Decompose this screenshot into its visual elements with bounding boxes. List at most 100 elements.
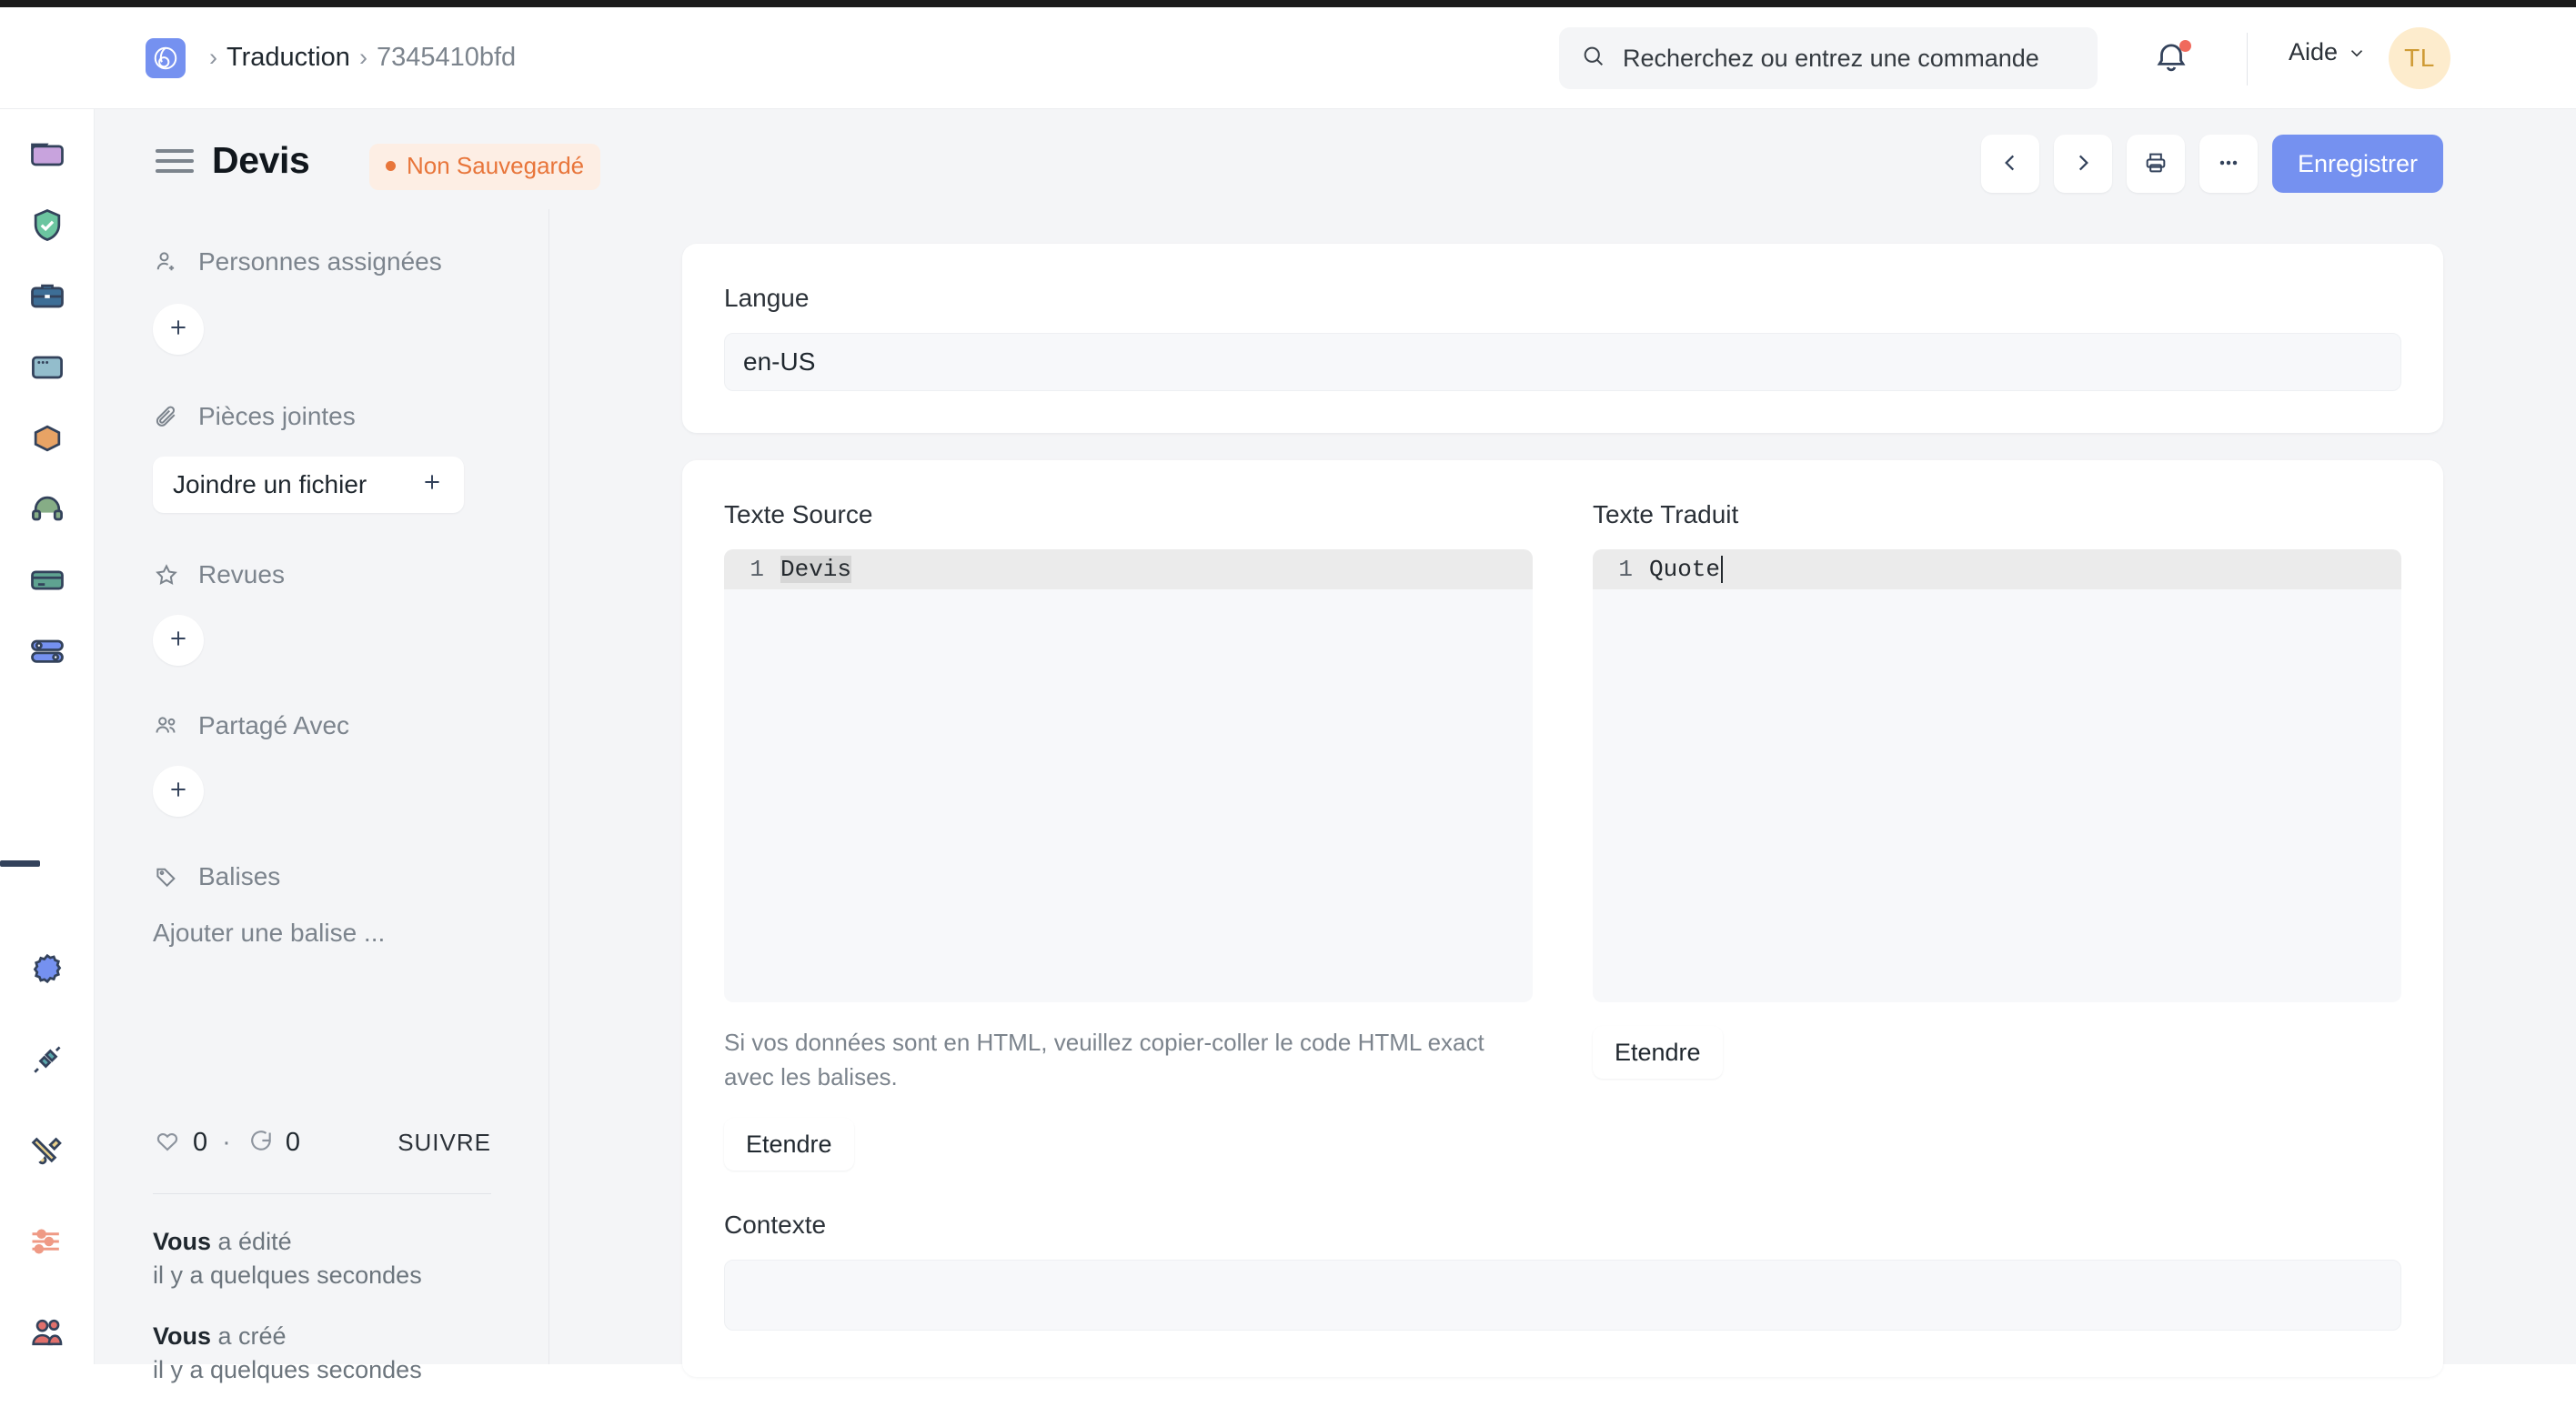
document-titlebar: Devis Non Sauvegardé <box>95 109 2576 209</box>
user-plus-icon <box>153 248 184 276</box>
page-title: Devis <box>212 139 309 182</box>
plug-icon[interactable] <box>22 1034 73 1085</box>
frappe-logo-icon[interactable] <box>146 38 186 78</box>
search-input[interactable] <box>1623 45 2059 73</box>
source-editor[interactable]: 1 Devis <box>724 549 1533 1002</box>
list-item: Vous a créé il y a quelques secondes <box>153 1322 517 1384</box>
credit-card-icon[interactable] <box>22 555 73 606</box>
plus-icon <box>166 316 190 344</box>
breadcrumb-separator-2: › <box>359 44 367 72</box>
activity-actor: Vous <box>153 1228 211 1255</box>
reviews-header: Revues <box>153 560 490 589</box>
activity-actor-line: Vous a édité <box>153 1228 517 1256</box>
avatar[interactable]: TL <box>2389 27 2450 89</box>
rail-section-divider <box>0 860 40 867</box>
ellipsis-icon <box>2216 150 2241 178</box>
headset-icon[interactable] <box>22 484 73 535</box>
follow-button[interactable]: SUIVRE <box>397 1129 491 1157</box>
paperclip-icon <box>153 403 184 430</box>
list-item: Vous a édité il y a quelques secondes <box>153 1228 517 1290</box>
activity-actor-line: Vous a créé <box>153 1322 517 1351</box>
translated-expand-button[interactable]: Etendre <box>1593 1026 1723 1079</box>
attachments-header: Pièces jointes <box>153 402 490 431</box>
users-icon[interactable] <box>22 1307 73 1358</box>
plus-icon <box>166 627 190 655</box>
window-icon[interactable] <box>22 342 73 393</box>
source-code-text: Devis <box>780 556 851 583</box>
prev-button[interactable] <box>1981 135 2039 193</box>
star-icon <box>153 561 184 588</box>
avatar-initials: TL <box>2404 44 2435 73</box>
chevron-left-icon <box>1998 151 2022 177</box>
source-expand-button[interactable]: Etendre <box>724 1118 854 1171</box>
bell-icon[interactable] <box>2152 38 2194 80</box>
sidebar-section-attachments: Pièces jointes Joindre un fichier <box>153 355 490 513</box>
translated-label: Texte Traduit <box>1593 500 2401 529</box>
app-icon-rail <box>0 109 95 1364</box>
search-icon <box>1581 44 1606 74</box>
texts-card: Texte Source 1 Devis Si vos données sont… <box>682 460 2443 1377</box>
comment-icon[interactable] <box>246 1126 275 1160</box>
titlebar-actions: Enregistrer <box>1981 135 2443 193</box>
texts-columns: Texte Source 1 Devis Si vos données sont… <box>724 500 2401 1171</box>
translated-editor[interactable]: 1 Quote <box>1593 549 2401 1002</box>
contexte-input[interactable] <box>724 1260 2401 1331</box>
next-button[interactable] <box>2054 135 2112 193</box>
add-tag-input[interactable]: Ajouter une balise ... <box>153 919 490 948</box>
status-dot-icon <box>386 161 396 171</box>
print-button[interactable] <box>2127 135 2185 193</box>
translated-code-text: Quote <box>1649 556 1720 583</box>
add-review-button[interactable] <box>153 615 204 666</box>
os-top-strip <box>0 0 2576 7</box>
chevron-right-icon <box>2071 151 2095 177</box>
sidebar-section-shared: Partagé Avec <box>153 666 490 817</box>
sliders-icon[interactable] <box>22 1216 73 1267</box>
translated-code-line[interactable]: 1 Quote <box>1593 549 2401 589</box>
global-search[interactable] <box>1559 27 2098 89</box>
activity-action: a édité <box>211 1228 292 1255</box>
sidebar-divider <box>153 1193 491 1194</box>
save-button[interactable]: Enregistrer <box>2272 135 2443 193</box>
source-code-line[interactable]: 1 Devis <box>724 549 1533 589</box>
breadcrumb: › Traduction › 7345410bfd <box>200 43 516 73</box>
assigned-header: Personnes assignées <box>153 247 490 276</box>
tools-icon[interactable] <box>22 1125 73 1176</box>
add-assignee-button[interactable] <box>153 304 204 355</box>
add-shared-button[interactable] <box>153 766 204 817</box>
reviews-label: Revues <box>198 560 285 589</box>
more-menu-button[interactable] <box>2199 135 2258 193</box>
sidebar-section-tags: Balises Ajouter une balise ... <box>153 817 490 948</box>
plus-icon <box>166 778 190 806</box>
attach-file-label: Joindre un fichier <box>173 470 367 499</box>
langue-input[interactable] <box>724 333 2401 391</box>
translated-column: Texte Traduit 1 Quote Etendre <box>1593 500 2401 1171</box>
social-separator: · <box>222 1128 231 1158</box>
langue-label: Langue <box>724 284 2401 313</box>
hamburger-icon[interactable] <box>156 149 194 173</box>
folder-icon[interactable] <box>22 129 73 180</box>
printer-icon <box>2143 150 2168 178</box>
text-cursor <box>1721 556 1723 583</box>
source-line-number: 1 <box>724 556 780 583</box>
breadcrumb-doc-name[interactable]: 7345410bfd <box>377 43 516 73</box>
assigned-label: Personnes assignées <box>198 247 442 276</box>
attach-file-button[interactable]: Joindre un fichier <box>153 457 464 513</box>
toggles-icon[interactable] <box>22 626 73 677</box>
shield-check-icon[interactable] <box>22 200 73 251</box>
page-container: Devis Non Sauvegardé <box>95 109 2576 1364</box>
tag-icon <box>153 863 184 890</box>
activity-action: a créé <box>211 1322 287 1350</box>
status-badge-label: Non Sauvegardé <box>407 152 584 180</box>
translated-line-number: 1 <box>1593 556 1649 583</box>
langue-card: Langue <box>682 244 2443 433</box>
tags-header: Balises <box>153 862 490 891</box>
like-count: 0 <box>193 1128 207 1158</box>
comment-count: 0 <box>286 1128 300 1158</box>
breadcrumb-app-link[interactable]: Traduction <box>226 43 350 73</box>
hexagon-icon[interactable] <box>22 413 73 464</box>
heart-icon[interactable] <box>153 1126 182 1160</box>
briefcase-icon[interactable] <box>22 271 73 322</box>
chevron-down-icon <box>2347 43 2367 63</box>
gear-icon[interactable] <box>22 943 73 994</box>
help-menu[interactable]: Aide <box>2289 38 2367 66</box>
